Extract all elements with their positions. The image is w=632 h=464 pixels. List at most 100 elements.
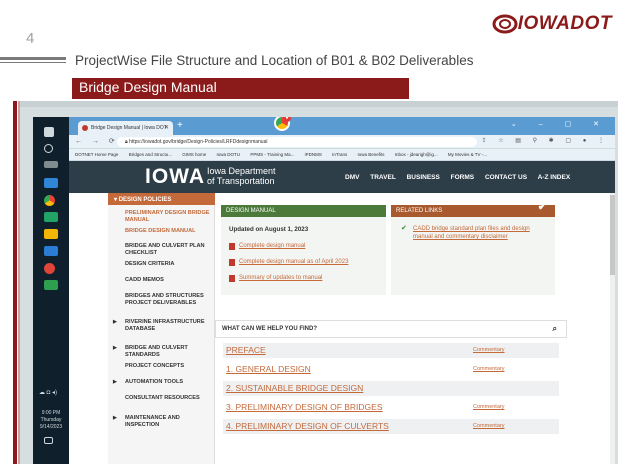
nav-header[interactable]: ▾ DESIGN POLICIES xyxy=(108,193,215,205)
nav-item-label: BRIDGE AND CULVERT STANDARDS xyxy=(125,345,188,358)
browser-tab[interactable]: Bridge Design Manual | Iowa DOT ✕ xyxy=(78,121,173,135)
nav-item-design-criteria[interactable]: DESIGN CRITERIA xyxy=(108,261,215,268)
url-text: https://iowadot.gov/bridge/Design-Polici… xyxy=(129,139,268,145)
expand-arrow-icon: ▶ xyxy=(113,319,117,325)
nav-contact-us[interactable]: CONTACT US xyxy=(485,174,527,181)
browser-window: Bridge Design Manual | Iowa DOT ✕ + ● ⌄ … xyxy=(69,117,615,464)
file-explorer-icon[interactable] xyxy=(44,229,58,239)
favicon-icon xyxy=(82,125,88,131)
nav-item-maintenance[interactable]: ▶ MAINTENANCE AND INSPECTION xyxy=(108,415,215,429)
bookmark[interactable]: InTrans xyxy=(332,152,347,157)
nav-az-index[interactable]: A-Z INDEX xyxy=(538,174,571,181)
search-bar[interactable]: WHAT CAN WE HELP YOU FIND? ⌕ xyxy=(215,320,567,338)
task-view-icon[interactable] xyxy=(44,161,58,168)
url-input[interactable]: 🔒︎ https://iowadot.gov/bridge/Design-Pol… xyxy=(117,137,477,147)
chapter-title[interactable]: 4. PRELIMINARY DESIGN OF CULVERTS xyxy=(226,421,389,431)
logo-wordmark: IOWADOT xyxy=(517,13,612,34)
chrome-icon[interactable] xyxy=(44,195,55,206)
bookmark[interactable]: Bridges and Structu... xyxy=(129,152,172,157)
bookmark[interactable]: Iowa DOTU xyxy=(217,152,241,157)
nav-item-bridge-design-manual[interactable]: BRIDGE DESIGN MANUAL xyxy=(108,228,215,235)
bookmark[interactable]: Iowa Benefits xyxy=(357,152,384,157)
site-header: IOWA Iowa Department of Transportation D… xyxy=(69,161,615,193)
nav-travel[interactable]: TRAVEL xyxy=(370,174,396,181)
search-icon[interactable]: ⌕ xyxy=(553,324,557,334)
dept-line-2: of Transportation xyxy=(207,176,275,186)
outlook-icon[interactable] xyxy=(44,246,58,256)
left-accent-bar xyxy=(13,101,17,464)
excel-icon[interactable] xyxy=(44,212,58,222)
nav-forms[interactable]: FORMS xyxy=(451,174,474,181)
chapter-title[interactable]: 1. GENERAL DESIGN xyxy=(226,364,311,374)
nav-item-plan-checklist[interactable]: BRIDGE AND CULVERT PLAN CHECKLIST xyxy=(108,243,215,257)
related-links-box: RELATED LINKS ✔ ✔ CADD bridge standard p… xyxy=(391,201,555,295)
cadd-files-link[interactable]: CADD bridge standard plan files and desi… xyxy=(413,225,548,241)
slide-number: 4 xyxy=(26,30,35,47)
toolbar-icons[interactable]: ⇪ ☆ ▤ ⚲ ✱ ▢ ● ⋮ xyxy=(482,137,609,144)
design-manual-header: DESIGN MANUAL xyxy=(221,205,386,217)
link-label: Complete design manual xyxy=(239,243,306,249)
checkmark-icon: ✔ xyxy=(537,201,547,213)
taskbar-clock[interactable]: 9:00 PM Thursday 9/14/2023 xyxy=(33,410,69,431)
nav-item-cadd-memos[interactable]: CADD MEMOS xyxy=(108,277,215,284)
commentary-link[interactable]: Commentary xyxy=(473,347,504,353)
nav-item-project-deliverables[interactable]: BRIDGES AND STRUCTURES PROJECT DELIVERAB… xyxy=(108,293,215,307)
nav-item-riverine[interactable]: ▶ RIVERINE INFRASTRUCTURE DATABASE xyxy=(108,319,215,333)
close-tab-icon[interactable]: ✕ xyxy=(164,124,169,131)
search-icon[interactable] xyxy=(44,144,53,153)
link-label: Complete design manual as of April 2023 xyxy=(239,259,349,265)
bookmark[interactable]: iPDNMS xyxy=(305,152,322,157)
window-controls[interactable]: ⌄ – ▢ ✕ xyxy=(511,120,609,128)
address-bar: ← → ⟳ ⌂ 🔒︎ https://iowadot.gov/bridge/De… xyxy=(69,135,615,149)
nav-item-consultant-resources[interactable]: CONSULTANT RESOURCES xyxy=(108,395,215,402)
tray-icons[interactable]: ☁ ◘ ◂) xyxy=(39,389,59,399)
iowa-logo[interactable]: IOWA xyxy=(145,165,205,189)
chapter-row[interactable]: PREFACE Commentary xyxy=(223,343,559,358)
main-content: DESIGN MANUAL Updated on August 1, 2023 … xyxy=(215,193,615,464)
expand-arrow-icon: ▶ xyxy=(113,379,117,385)
chapter-title[interactable]: PREFACE xyxy=(226,345,266,355)
chapter-row[interactable]: 4. PRELIMINARY DESIGN OF CULVERTS Comment… xyxy=(223,419,559,434)
nav-business[interactable]: BUSINESS xyxy=(407,174,440,181)
edge-icon[interactable] xyxy=(44,178,58,188)
microstation-icon[interactable] xyxy=(44,280,58,290)
commentary-link[interactable]: Commentary xyxy=(473,423,504,429)
bookmark[interactable]: My Movies & TV -... xyxy=(448,152,487,157)
commentary-link[interactable]: Commentary xyxy=(473,404,504,410)
bookmark[interactable]: DOTNET Home Page xyxy=(75,152,118,157)
nav-header-label: DESIGN POLICIES xyxy=(118,197,172,203)
chapter-row[interactable]: 1. GENERAL DESIGN Commentary xyxy=(223,362,559,377)
commentary-link[interactable]: Commentary xyxy=(473,366,504,372)
expand-arrow-icon: ▶ xyxy=(113,345,117,351)
title-rule xyxy=(0,57,66,60)
clock-day: Thursday xyxy=(40,417,62,423)
nav-item-automation-tools[interactable]: ▶ AUTOMATION TOOLS xyxy=(108,379,215,386)
bookmark[interactable]: Inbox - jdearigh@ig... xyxy=(395,152,438,157)
bookmark[interactable]: GIMS home xyxy=(182,152,206,157)
chapter-title[interactable]: 2. SUSTAINABLE BRIDGE DESIGN xyxy=(226,383,363,393)
iowadot-swirl-icon xyxy=(492,14,518,34)
summary-updates-link[interactable]: Summary of updates to manual xyxy=(229,275,322,282)
notification-icon[interactable] xyxy=(44,437,53,444)
nav-item-preliminary-design[interactable]: PRELIMINARY DESIGN BRIDGE MANUAL xyxy=(108,210,215,224)
nav-item-standards[interactable]: ▶ BRIDGE AND CULVERT STANDARDS xyxy=(108,345,215,359)
windows-start-icon[interactable] xyxy=(44,127,54,137)
page-scrollbar[interactable] xyxy=(610,193,615,464)
scroll-thumb[interactable] xyxy=(610,195,615,275)
nav-item-project-concepts[interactable]: PROJECT CONCEPTS xyxy=(108,363,215,370)
chapter-row[interactable]: 2. SUSTAINABLE BRIDGE DESIGN xyxy=(223,381,559,396)
pdf-icon xyxy=(229,259,235,266)
slide-title: ProjectWise File Structure and Location … xyxy=(75,53,474,68)
new-tab-button[interactable]: + xyxy=(177,120,183,131)
title-rule-thin xyxy=(0,62,66,63)
chapter-row[interactable]: 3. PRELIMINARY DESIGN OF BRIDGES Commenta… xyxy=(223,400,559,415)
app-icon[interactable] xyxy=(44,263,55,274)
search-label: WHAT CAN WE HELP YOU FIND? xyxy=(222,326,317,332)
expand-arrow-icon: ▶ xyxy=(113,415,117,421)
chapter-title[interactable]: 3. PRELIMINARY DESIGN OF BRIDGES xyxy=(226,402,383,412)
complete-manual-link[interactable]: Complete design manual xyxy=(229,243,306,250)
slide-subtitle: Bridge Design Manual xyxy=(79,79,217,95)
bookmark[interactable]: PPMS - Training Ma... xyxy=(250,152,294,157)
manual-april-2023-link[interactable]: Complete design manual as of April 2023 xyxy=(229,259,349,266)
nav-dmv[interactable]: DMV xyxy=(345,174,359,181)
